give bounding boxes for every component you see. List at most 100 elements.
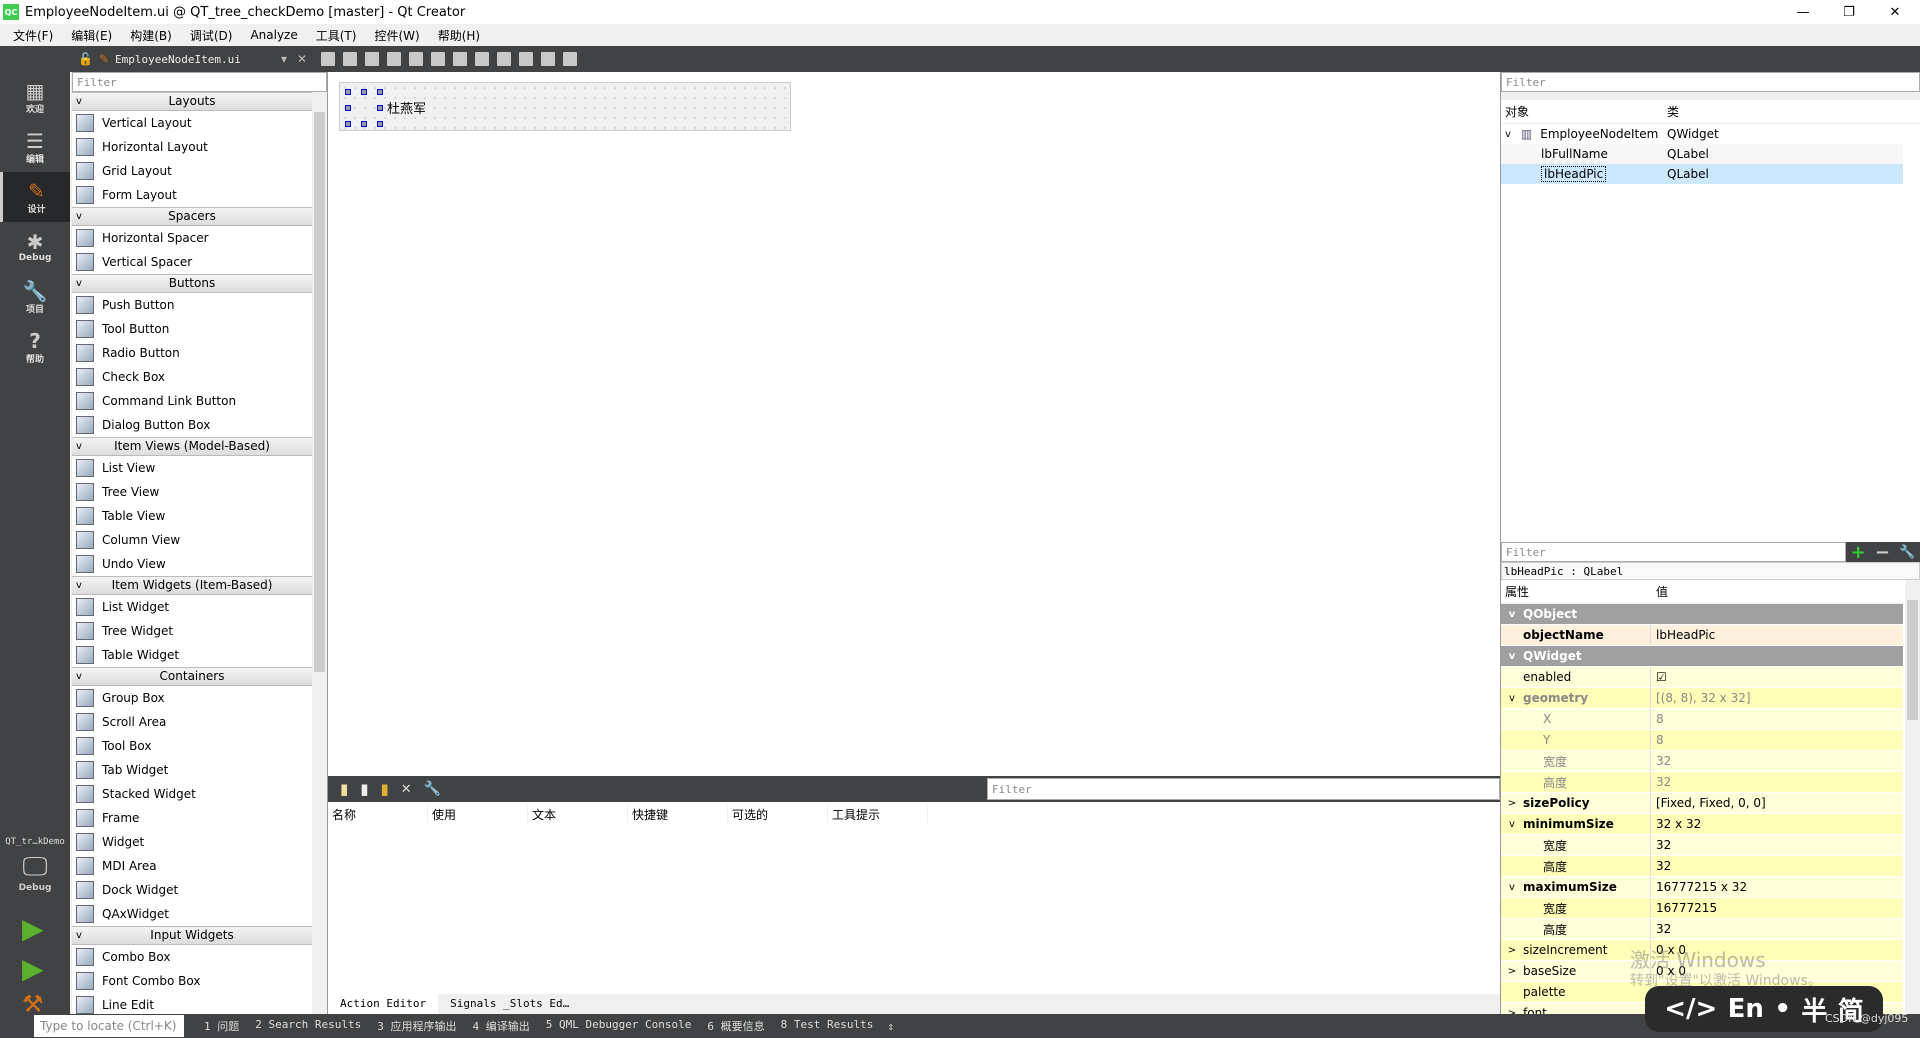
- output-pane-button[interactable]: 8 Test Results: [773, 1018, 882, 1034]
- property-row[interactable]: v geometry [(8, 8), 32 x 32]: [1501, 688, 1903, 709]
- output-pane-button[interactable]: 6 概要信息: [699, 1018, 772, 1034]
- widget-item[interactable]: List View: [72, 456, 312, 480]
- output-pane-button[interactable]: 3 应用程序输出: [369, 1018, 464, 1034]
- paste-action-icon[interactable]: ▮: [381, 780, 389, 798]
- property-row[interactable]: 高度 32: [1501, 856, 1903, 877]
- property-value[interactable]: 32: [1651, 859, 1903, 873]
- column-value[interactable]: 值: [1651, 583, 1668, 600]
- widget-item[interactable]: Table Widget: [72, 643, 312, 667]
- object-tree-row[interactable]: lbFullName QLabel: [1501, 144, 1903, 164]
- property-value[interactable]: 32: [1651, 838, 1903, 852]
- widget-item[interactable]: Scroll Area: [72, 710, 312, 734]
- property-value[interactable]: 16777215: [1651, 901, 1903, 915]
- mode-help[interactable]: ? 帮助: [0, 322, 70, 372]
- action-column-header[interactable]: 使用: [428, 805, 528, 823]
- property-row[interactable]: X8: [1501, 709, 1903, 730]
- edit-signals-slots-icon[interactable]: [343, 52, 358, 66]
- property-value[interactable]: 16777215 x 32: [1651, 880, 1903, 894]
- widget-item[interactable]: Dialog Button Box: [72, 413, 312, 437]
- property-value[interactable]: 8: [1651, 712, 1903, 726]
- widget-item[interactable]: Vertical Spacer: [72, 250, 312, 274]
- selection-handle[interactable]: [377, 89, 383, 95]
- run-icon[interactable]: ▶: [22, 912, 44, 945]
- chevron-right-icon[interactable]: >: [1501, 798, 1523, 809]
- chevron-right-icon[interactable]: >: [1501, 945, 1523, 956]
- output-pane-button[interactable]: 1 问题: [196, 1018, 247, 1034]
- layout-horizontal-icon[interactable]: [409, 52, 424, 66]
- output-pane-button[interactable]: 5 QML Debugger Console: [538, 1018, 700, 1034]
- chevron-down-icon[interactable]: v: [1501, 882, 1523, 893]
- mode-bug[interactable]: ✱ Debug: [0, 222, 70, 272]
- property-row[interactable]: 高度 32: [1501, 772, 1903, 793]
- property-row[interactable]: v maximumSize 16777215 x 32: [1501, 877, 1903, 898]
- widget-category[interactable]: v Item Widgets (Item-Based): [72, 576, 312, 595]
- widget-item[interactable]: Group Box: [72, 686, 312, 710]
- ime-item[interactable]: 半: [1801, 991, 1827, 1028]
- widget-item[interactable]: Tree Widget: [72, 619, 312, 643]
- form-editor-canvas[interactable]: [328, 72, 1500, 776]
- property-value[interactable]: lbHeadPic: [1651, 628, 1903, 642]
- scrollbar-thumb[interactable]: [1907, 600, 1918, 720]
- property-value[interactable]: 32: [1651, 922, 1903, 936]
- new-action-icon[interactable]: ▮: [340, 780, 348, 798]
- output-pane-button[interactable]: 4 编译输出: [464, 1018, 537, 1034]
- mode-pencil[interactable]: ✎ 设计: [0, 172, 70, 222]
- ime-toolbar[interactable]: </> En • 半简: [1645, 986, 1883, 1032]
- selection-handle[interactable]: [361, 89, 367, 95]
- widget-item[interactable]: Tree View: [72, 480, 312, 504]
- widget-item[interactable]: QAxWidget: [72, 902, 312, 926]
- menu-item[interactable]: 帮助(H): [429, 27, 489, 44]
- locator-input[interactable]: Type to locate (Ctrl+K): [34, 1015, 184, 1037]
- widget-item[interactable]: MDI Area: [72, 854, 312, 878]
- property-row[interactable]: objectName lbHeadPic: [1501, 625, 1903, 646]
- widget-item[interactable]: Undo View: [72, 552, 312, 576]
- selection-handle[interactable]: [345, 121, 351, 127]
- edit-buddies-icon[interactable]: [365, 52, 380, 66]
- widget-item[interactable]: Push Button: [72, 293, 312, 317]
- widget-category[interactable]: v Input Widgets: [72, 926, 312, 945]
- widget-category[interactable]: v Buttons: [72, 274, 312, 293]
- widget-item[interactable]: Tool Button: [72, 317, 312, 341]
- selection-handle[interactable]: [361, 121, 367, 127]
- widget-item[interactable]: List Widget: [72, 595, 312, 619]
- column-object[interactable]: 对象: [1501, 103, 1663, 120]
- widget-category[interactable]: v Item Views (Model-Based): [72, 437, 312, 456]
- chevron-down-icon[interactable]: v: [76, 93, 82, 110]
- property-value[interactable]: 32 x 32: [1651, 817, 1903, 831]
- action-column-header[interactable]: 名称: [328, 805, 428, 823]
- layout-vertical-icon[interactable]: [431, 52, 446, 66]
- close-icon[interactable]: ✕: [1872, 0, 1918, 24]
- chevron-right-icon[interactable]: >: [1501, 966, 1523, 977]
- property-row[interactable]: enabled ☑: [1501, 667, 1903, 688]
- tab-action-editor[interactable]: Action Editor: [328, 994, 439, 1014]
- restore-icon[interactable]: ❐: [1826, 0, 1872, 24]
- delete-action-icon[interactable]: ✕: [401, 782, 412, 797]
- property-row[interactable]: 宽度 16777215: [1501, 898, 1903, 919]
- configure-wrench-icon[interactable]: 🔧: [424, 781, 441, 797]
- action-column-header[interactable]: 工具提示: [828, 805, 928, 823]
- property-row[interactable]: 宽度 32: [1501, 835, 1903, 856]
- property-row[interactable]: v minimumSize 32 x 32: [1501, 814, 1903, 835]
- remove-property-icon[interactable]: −: [1875, 542, 1890, 563]
- widget-item[interactable]: Stacked Widget: [72, 782, 312, 806]
- selection-handle[interactable]: [345, 105, 351, 111]
- scrollbar-thumb[interactable]: [314, 112, 325, 672]
- chevron-down-icon[interactable]: v: [76, 275, 82, 292]
- object-tree-row[interactable]: lbHeadPic QLabel: [1501, 164, 1903, 184]
- expand-chevron-icon[interactable]: v: [1505, 129, 1511, 140]
- widget-item[interactable]: Tab Widget: [72, 758, 312, 782]
- column-property[interactable]: 属性: [1501, 583, 1651, 600]
- menu-item[interactable]: 调试(D): [181, 27, 242, 44]
- kit-selector[interactable]: 🖵 Debug: [0, 852, 70, 893]
- add-property-icon[interactable]: +: [1851, 542, 1866, 563]
- property-scrollbar[interactable]: [1905, 580, 1920, 1014]
- mode-grid[interactable]: ▦ 欢迎: [0, 72, 70, 122]
- property-value[interactable]: [Fixed, Fixed, 0, 0]: [1651, 796, 1903, 810]
- widget-category[interactable]: v Spacers: [72, 207, 312, 226]
- open-file-selector[interactable]: EmployeeNodeItem.ui: [115, 53, 275, 66]
- chevron-down-icon[interactable]: v: [76, 927, 82, 944]
- debug-run-icon[interactable]: ▶: [22, 952, 44, 985]
- action-column-header[interactable]: 快捷键: [628, 805, 728, 823]
- selection-handle[interactable]: [377, 121, 383, 127]
- form-employee-node-item[interactable]: 杜燕军: [339, 82, 791, 131]
